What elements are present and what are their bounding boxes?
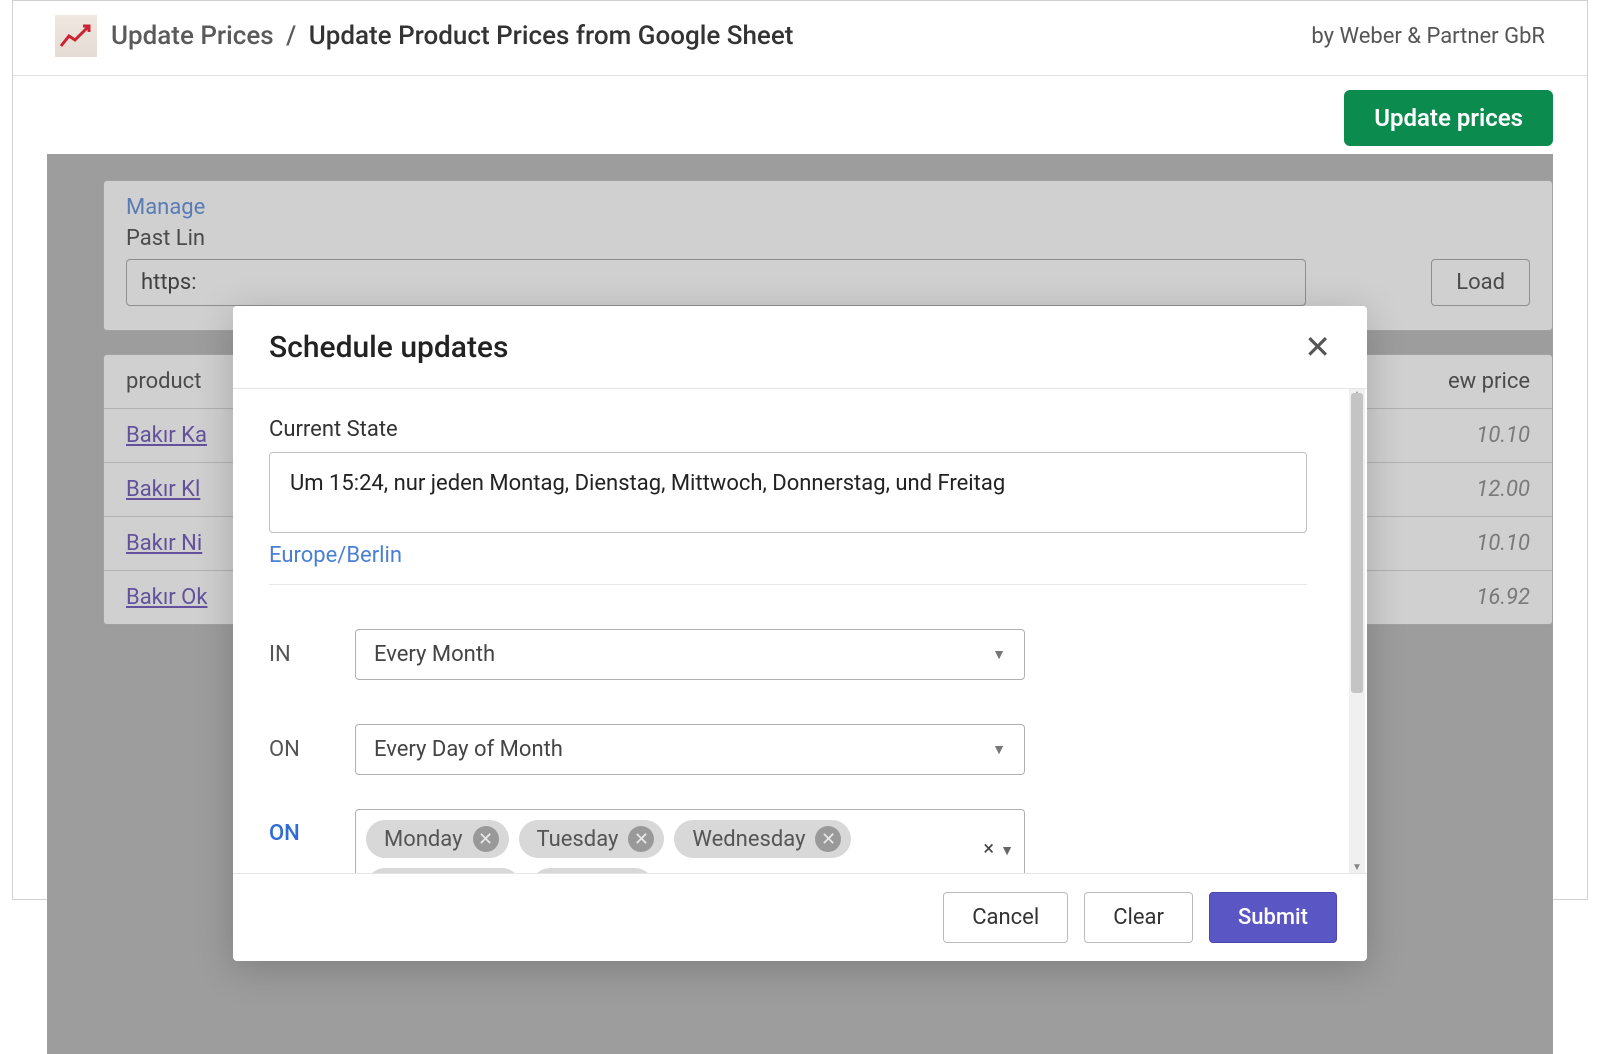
on-dom-label: ON xyxy=(269,737,355,762)
month-select[interactable]: Every Month ▼ xyxy=(355,629,1025,680)
breadcrumb-root[interactable]: Update Prices xyxy=(111,21,274,51)
breadcrumb-current: Update Product Prices from Google Sheet xyxy=(309,21,794,51)
day-tag: Monday✕ xyxy=(366,820,509,858)
remove-tag-icon[interactable]: ✕ xyxy=(815,826,841,852)
clear-tags-icon[interactable]: × xyxy=(983,836,994,860)
chevron-down-icon: ▼ xyxy=(992,646,1006,663)
scrollbar-thumb[interactable] xyxy=(1351,393,1363,693)
breadcrumb-sep: / xyxy=(286,21,296,51)
day-tag: Tuesday✕ xyxy=(519,820,665,858)
byline: by Weber & Partner GbR xyxy=(1311,24,1545,49)
day-of-week-select[interactable]: Monday✕ Tuesday✕ Wednesday✕ Thursday✕ Fr… xyxy=(355,809,1025,873)
in-label: IN xyxy=(269,642,355,667)
day-tag: Wednesday✕ xyxy=(674,820,851,858)
timezone-label: Europe/Berlin xyxy=(269,543,1307,568)
scrollbar[interactable]: ▲ ▼ xyxy=(1349,389,1365,873)
chevron-down-icon: ▼ xyxy=(992,741,1006,758)
update-prices-button[interactable]: Update prices xyxy=(1344,90,1553,146)
month-select-value: Every Month xyxy=(374,642,495,667)
schedule-modal: Schedule updates ✕ Current State Um 15:2… xyxy=(233,306,1367,961)
day-of-month-select[interactable]: Every Day of Month ▼ xyxy=(355,724,1025,775)
current-state-label: Current State xyxy=(269,417,1307,442)
day-tag: Friday✕ xyxy=(531,868,654,873)
current-state-value: Um 15:24, nur jeden Montag, Dienstag, Mi… xyxy=(269,452,1307,533)
app-icon xyxy=(55,15,97,57)
modal-title: Schedule updates xyxy=(269,330,508,365)
day-tag: Thursday✕ xyxy=(366,868,521,873)
on-dow-label: ON xyxy=(269,809,355,846)
remove-tag-icon[interactable]: ✕ xyxy=(628,826,654,852)
breadcrumb: Update Prices / Update Product Prices fr… xyxy=(111,21,793,51)
remove-tag-icon[interactable]: ✕ xyxy=(473,826,499,852)
chevron-down-icon: ▼ xyxy=(1000,842,1014,859)
topbar: Update Prices / Update Product Prices fr… xyxy=(13,1,1587,76)
close-icon[interactable]: ✕ xyxy=(1304,328,1331,366)
day-of-month-value: Every Day of Month xyxy=(374,737,563,762)
